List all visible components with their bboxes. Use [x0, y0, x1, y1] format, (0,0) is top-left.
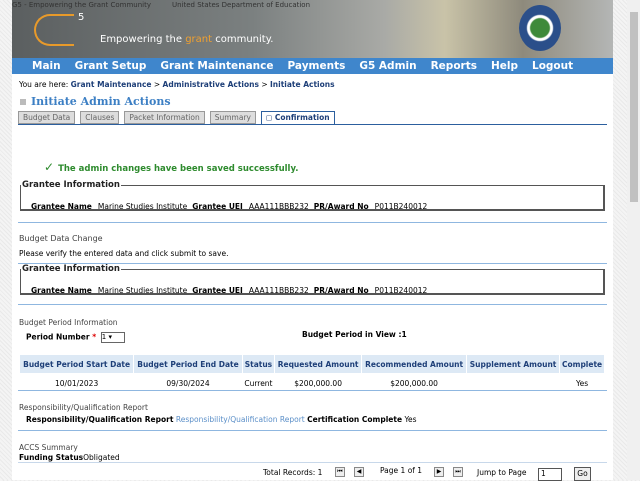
banner: G5 - Empowering the Grant Community Unit… [12, 0, 613, 58]
budget-change-title: Budget Data Change [19, 234, 103, 243]
divider [18, 222, 607, 223]
nav-main[interactable]: Main [12, 58, 68, 74]
tab-budget-data[interactable]: Budget Data [18, 111, 76, 124]
tab-bar: Budget Data Clauses Packet Information S… [18, 111, 607, 125]
success-message: ✓ The admin changes have been saved succe… [44, 160, 299, 174]
column-header: Budget Period Start Date [20, 355, 134, 373]
page-indicator: Page 1 of 1 [380, 466, 423, 475]
tagline: Empowering the grant community. [100, 34, 274, 45]
g5-logo-mark: 5 [78, 12, 85, 23]
last-page-icon[interactable]: ⏭ [453, 467, 463, 477]
budget-period-title: Budget Period Information [19, 318, 118, 327]
column-header: Complete [560, 355, 604, 373]
main-nav: Main Grant Setup Grant Maintenance Payme… [12, 58, 613, 74]
grantee-info-2: Grantee Information Grantee Name Marine S… [20, 264, 605, 295]
ed-logo-alt: United States Department of Education [172, 1, 311, 9]
nav-help[interactable]: Help [484, 58, 525, 74]
funding-status: Funding StatusObligated [19, 453, 120, 462]
crumb-initiate-actions[interactable]: Initiate Actions [270, 80, 335, 89]
tab-clauses[interactable]: Clauses [80, 111, 120, 124]
tab-summary[interactable]: Summary [209, 111, 256, 124]
tab-confirmation[interactable]: ◻ Confirmation [260, 111, 335, 124]
rqr-title: Responsibility/Qualification Report [19, 403, 148, 412]
crumb-administrative-actions[interactable]: Administrative Actions [163, 80, 259, 89]
column-header: Budget Period End Date [134, 355, 242, 373]
scrollbar-thumb[interactable] [630, 12, 638, 202]
divider [18, 390, 607, 391]
checkmark-icon: ✓ [44, 160, 55, 174]
period-number-label: Period Number * 1 ▾ [26, 332, 125, 343]
column-header: Status [242, 355, 275, 373]
divider [18, 430, 607, 431]
go-button[interactable]: Go [574, 467, 591, 481]
tab-packet-information[interactable]: Packet Information [124, 111, 205, 124]
crumb-grant-maintenance[interactable]: Grant Maintenance [71, 80, 152, 89]
page: G5 - Empowering the Grant Community Unit… [12, 0, 613, 481]
period-number-select[interactable]: 1 ▾ [100, 332, 125, 343]
period-in-view: Budget Period in View :1 [302, 330, 407, 339]
rqr-row: Responsibility/Qualification Report Resp… [26, 415, 417, 424]
collapse-icon[interactable] [20, 99, 26, 105]
nav-grant-maintenance[interactable]: Grant Maintenance [153, 58, 280, 74]
jump-label: Jump to Page [477, 468, 527, 477]
column-header: Recommended Amount [362, 355, 467, 373]
divider [18, 304, 607, 305]
grantee-info-1: Grantee Information Grantee Name Marine S… [20, 180, 605, 211]
nav-logout[interactable]: Logout [525, 58, 580, 74]
accs-title: ACCS Summary [19, 443, 78, 452]
verify-note: Please verify the entered data and click… [19, 249, 229, 258]
total-records: Total Records: 1 [263, 468, 323, 477]
g5-logo-icon [34, 14, 74, 46]
page-title: Initiate Admin Actions [20, 95, 171, 108]
nav-grant-setup[interactable]: Grant Setup [68, 58, 154, 74]
divider [18, 462, 607, 463]
column-header: Supplement Amount [467, 355, 560, 373]
rqr-link[interactable]: Responsibility/Qualification Report [176, 415, 305, 424]
nav-reports[interactable]: Reports [424, 58, 484, 74]
nav-g5-admin[interactable]: G5 Admin [352, 58, 423, 74]
nav-payments[interactable]: Payments [281, 58, 353, 74]
budget-period-table: Budget Period Start Date Budget Period En… [19, 355, 605, 394]
breadcrumb: You are here: Grant Maintenance > Admini… [19, 80, 335, 89]
g5-logo-alt: G5 - Empowering the Grant Community [12, 1, 152, 9]
next-page-icon[interactable]: ▶ [434, 467, 444, 477]
column-header: Requested Amount [275, 355, 362, 373]
prev-page-icon[interactable]: ◀ [354, 467, 364, 477]
department-seal-icon [519, 5, 561, 51]
first-page-icon[interactable]: ⏮ [335, 467, 345, 477]
jump-page-input[interactable]: 1 [538, 468, 562, 481]
